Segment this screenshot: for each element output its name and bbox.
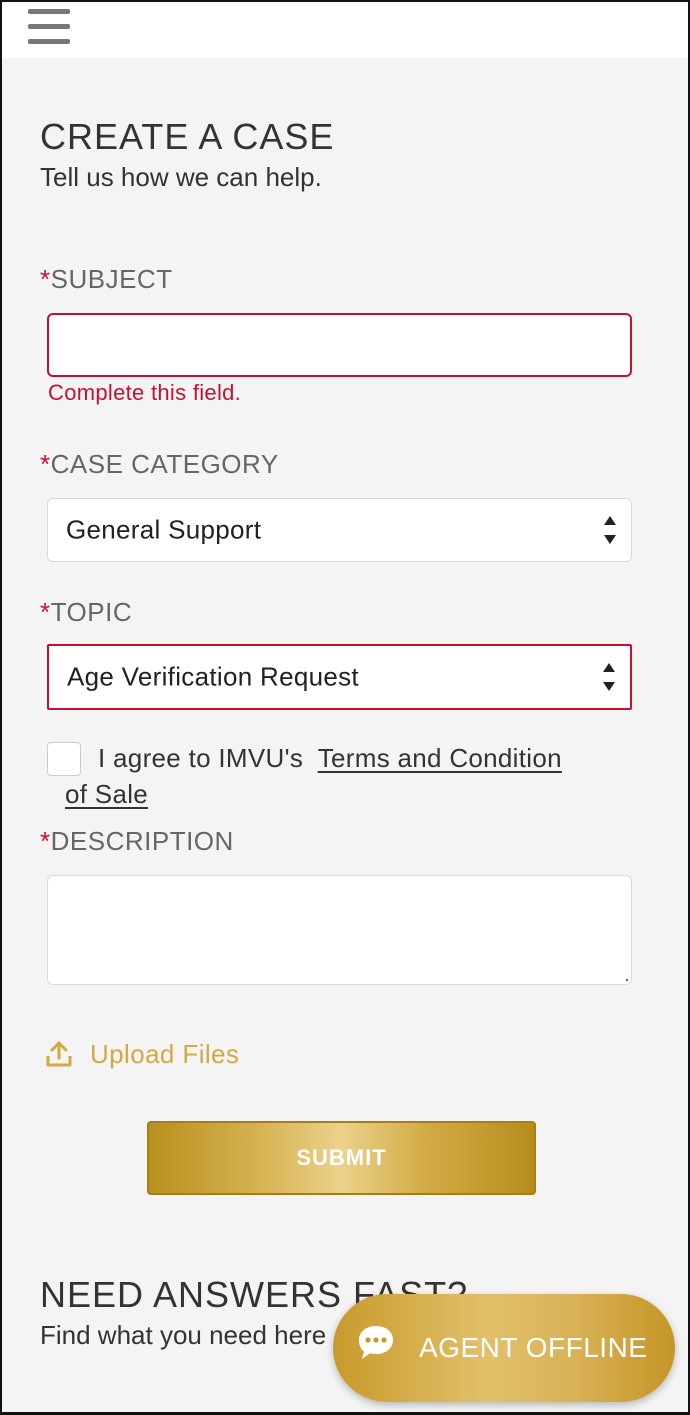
select-arrows-icon (603, 515, 617, 545)
terms-link-continued[interactable]: of Sale (65, 779, 148, 810)
upload-icon (46, 1041, 72, 1067)
page: CREATE A CASE Tell us how we can help. *… (0, 0, 690, 1415)
top-bar (2, 2, 688, 58)
subject-error-message: Complete this field. (48, 380, 242, 405)
select-arrows-icon (602, 662, 616, 692)
subject-label: *SUBJECT (40, 264, 173, 294)
topic-value: Age Verification Request (67, 661, 359, 692)
description-label: *DESCRIPTION (40, 826, 234, 856)
chat-bubble-icon (359, 1326, 393, 1359)
resize-handle-icon[interactable] (626, 979, 628, 981)
required-marker: * (40, 826, 51, 856)
terms-link[interactable]: Terms and Condition (318, 743, 562, 773)
page-subtitle: Tell us how we can help. (40, 162, 322, 192)
required-marker: * (40, 264, 51, 294)
case-category-label: *CASE CATEGORY (40, 449, 279, 479)
case-category-value: General Support (66, 514, 262, 545)
description-textarea[interactable] (47, 875, 632, 985)
hamburger-menu-icon[interactable] (28, 9, 70, 45)
agree-text: I agree to IMVU's Terms and Condition (98, 743, 562, 773)
agent-offline-label: AGENT OFFLINE (419, 1332, 648, 1363)
upload-files-button[interactable]: Upload Files (44, 1037, 239, 1071)
submit-button[interactable]: SUBMIT (147, 1121, 536, 1195)
agent-offline-button[interactable]: AGENT OFFLINE (333, 1294, 675, 1402)
topic-label: *TOPIC (40, 597, 133, 627)
case-category-select[interactable]: General Support (47, 498, 632, 562)
help-subtitle: Find what you need here (40, 1320, 327, 1350)
upload-files-label: Upload Files (90, 1038, 240, 1069)
required-marker: * (40, 449, 51, 479)
required-marker: * (40, 597, 51, 627)
page-title: CREATE A CASE (40, 116, 335, 157)
subject-input[interactable] (47, 313, 632, 377)
topic-select[interactable]: Age Verification Request (47, 644, 632, 710)
agree-checkbox[interactable] (47, 742, 81, 776)
